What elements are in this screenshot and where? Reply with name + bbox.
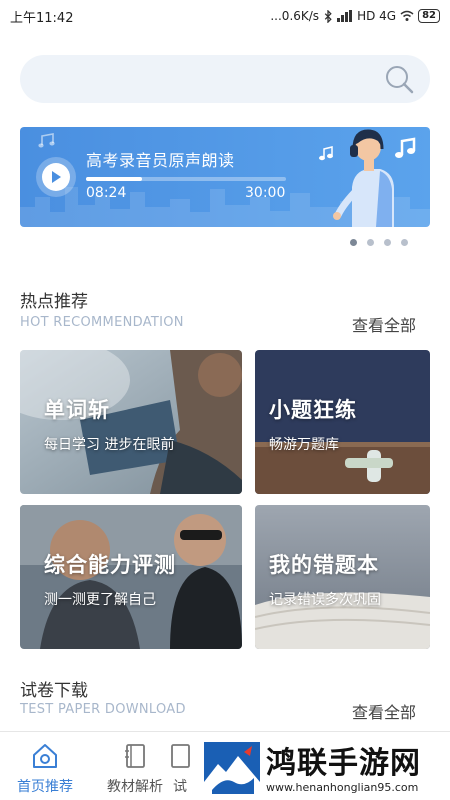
nav-papers-label: 试 (173, 779, 187, 795)
home-icon (33, 744, 57, 768)
card-subtitle: 每日学习 进步在眼前 (44, 437, 175, 453)
pagination-dot[interactable] (367, 239, 374, 246)
wifi-icon (400, 10, 414, 21)
watermark-title: 鸿联手游网 (266, 745, 421, 781)
nav-home[interactable]: 首页推荐 (5, 738, 85, 796)
bluetooth-icon (324, 9, 332, 23)
watermark-logo-icon (204, 742, 260, 798)
card-subtitle: 测一测更了解自己 (44, 592, 156, 608)
nav-papers[interactable]: 试 (160, 738, 200, 796)
audio-progress-bar[interactable] (86, 177, 286, 181)
audio-progress-fill (86, 177, 142, 181)
hot-section-subtitle: HOT RECOMMENDATION (20, 315, 184, 330)
network-speed: ...0.6K/s (270, 9, 320, 23)
play-icon (52, 171, 61, 183)
audio-banner[interactable]: 高考录音员原声朗读 08:24 30:00 (20, 127, 430, 227)
total-time: 30:00 (245, 185, 286, 201)
paper-section-subtitle: TEST PAPER DOWNLOAD (20, 702, 186, 717)
signal-icon (337, 10, 353, 22)
card-mistake-book[interactable]: 我的错题本 记录错误多次巩固 (255, 505, 430, 649)
card-title: 单词斩 (44, 398, 110, 422)
status-time: 上午11:42 (10, 10, 74, 26)
hot-view-all-link[interactable]: 查看全部 (352, 312, 416, 336)
banner-pagination[interactable] (350, 239, 408, 246)
search-icon[interactable] (384, 64, 414, 94)
card-title: 小题狂练 (269, 398, 357, 422)
nav-home-label: 首页推荐 (17, 779, 73, 795)
card-title: 综合能力评测 (44, 553, 176, 577)
battery-indicator: 82 (418, 9, 440, 23)
play-button[interactable] (36, 157, 76, 197)
banner-title: 高考录音员原声朗读 (86, 151, 235, 170)
listener-illustration (319, 129, 416, 227)
watermark-overlay: 鸿联手游网 www.henanhonglian95.com (202, 740, 450, 800)
paper-icon (171, 744, 190, 768)
search-bar[interactable] (20, 55, 430, 103)
paper-view-all-link[interactable]: 查看全部 (352, 699, 416, 723)
status-indicators: ...0.6K/s HD 4G 82 (270, 9, 440, 23)
pagination-dot[interactable] (384, 239, 391, 246)
card-ability-test[interactable]: 综合能力评测 测一测更了解自己 (20, 505, 242, 649)
network-type: HD 4G (357, 9, 397, 23)
card-subtitle: 畅游万题库 (269, 437, 339, 453)
status-bar: 上午11:42 ...0.6K/s HD 4G 82 (0, 0, 450, 32)
pagination-dot[interactable] (350, 239, 357, 246)
nav-textbook-label: 教材解析 (107, 779, 163, 795)
book-icon (125, 744, 145, 768)
watermark-url: www.henanhonglian95.com (266, 780, 419, 794)
current-time: 08:24 (86, 185, 127, 201)
hot-section-title: 热点推荐 (20, 292, 88, 312)
music-note-icon (38, 133, 55, 148)
card-quiz-practice[interactable]: 小题狂练 畅游万题库 (255, 350, 430, 494)
card-title: 我的错题本 (269, 553, 379, 577)
pagination-dot[interactable] (401, 239, 408, 246)
card-word-practice[interactable]: 单词斩 每日学习 进步在眼前 (20, 350, 242, 494)
paper-section-title: 试卷下载 (20, 681, 88, 701)
card-subtitle: 记录错误多次巩固 (269, 592, 381, 608)
